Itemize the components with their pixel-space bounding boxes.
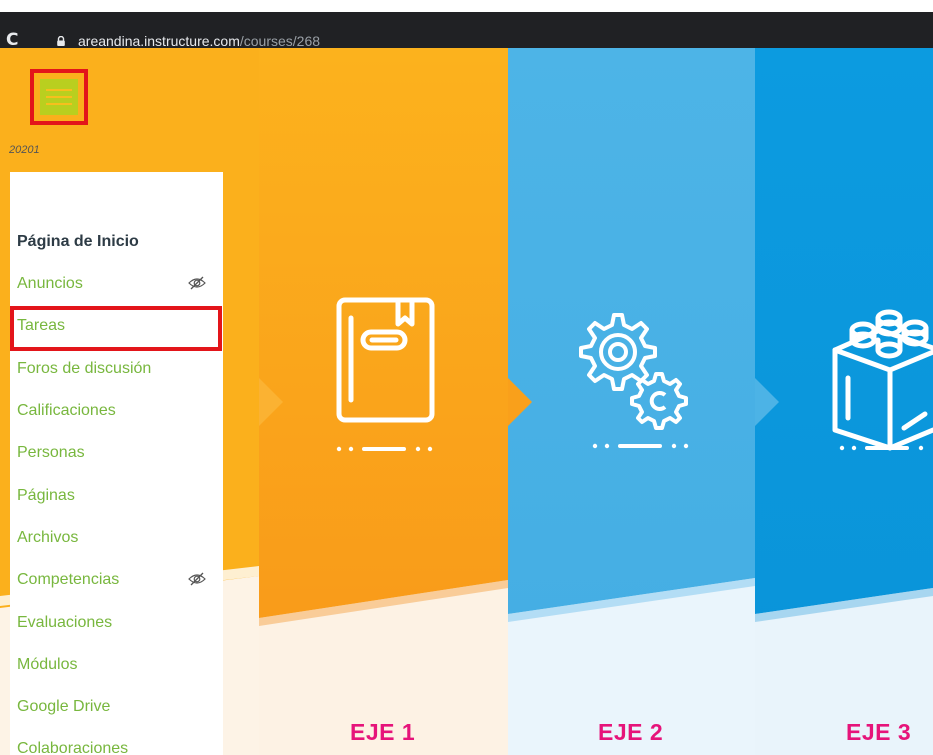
nav-item-tareas[interactable]: Tareas: [17, 316, 65, 336]
reload-icon[interactable]: C: [6, 30, 18, 50]
address-bar[interactable]: C areandina.instructure.com/courses/268: [0, 12, 933, 50]
hamburger-menu-button[interactable]: [30, 69, 88, 125]
url-domain: areandina.instructure.com: [78, 33, 240, 49]
axis-label-eje-3[interactable]: EJE 3: [846, 719, 911, 746]
hamburger-menu-icon: [40, 79, 78, 115]
nav-item-paginas[interactable]: Páginas: [17, 486, 75, 506]
eye-slash-icon: [188, 276, 206, 290]
browser-bar: C areandina.instructure.com/courses/268: [0, 0, 933, 50]
course-page: 20201 Página de Inicio Anuncios Tareas F…: [0, 48, 933, 755]
nav-item-google-drive[interactable]: Google Drive: [17, 697, 110, 717]
nav-item-calificaciones[interactable]: Calificaciones: [17, 401, 116, 421]
nav-item-colaboraciones[interactable]: Colaboraciones: [17, 739, 128, 755]
nav-item-foros-de-discusion[interactable]: Foros de discusión: [17, 359, 151, 379]
nav-item-archivos[interactable]: Archivos: [17, 528, 78, 548]
nav-item-evaluaciones[interactable]: Evaluaciones: [17, 613, 112, 633]
nav-item-personas[interactable]: Personas: [17, 443, 85, 463]
nav-item-anuncios[interactable]: Anuncios: [17, 274, 83, 294]
eye-slash-icon: [188, 572, 206, 586]
axis-label-eje-2[interactable]: EJE 2: [598, 719, 663, 746]
course-navigation: Página de Inicio Anuncios Tareas Foros d…: [10, 172, 223, 755]
nav-item-modulos[interactable]: Módulos: [17, 655, 77, 675]
nav-item-competencias[interactable]: Competencias: [17, 570, 119, 590]
course-term: 20201: [9, 144, 40, 156]
nav-item-pagina-de-inicio[interactable]: Página de Inicio: [17, 232, 139, 252]
axis-label-eje-1[interactable]: EJE 1: [350, 719, 415, 746]
lock-icon[interactable]: [56, 36, 66, 46]
url-path: /courses/268: [239, 33, 321, 49]
